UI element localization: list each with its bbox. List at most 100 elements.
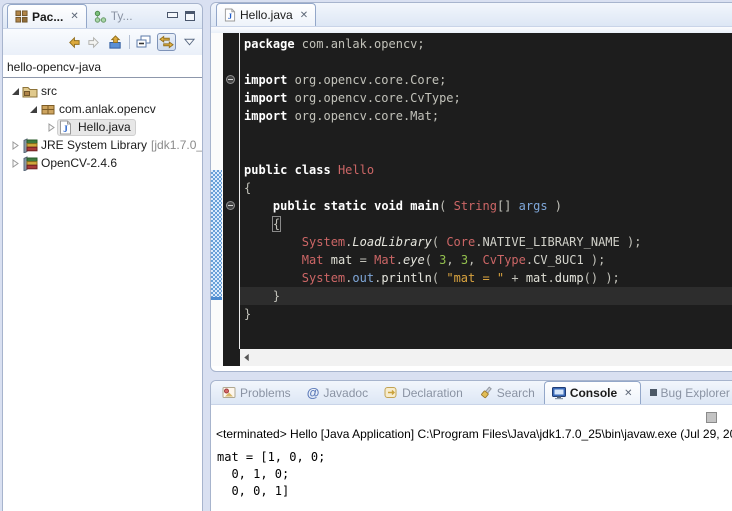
tab-search[interactable]: Search — [472, 381, 542, 404]
code-line[interactable]: import org.opencv.core.Mat; — [244, 107, 732, 125]
minimize-icon[interactable] — [167, 11, 177, 21]
code-token: 3 — [461, 253, 468, 267]
expanded-arrow-icon[interactable] — [27, 105, 39, 114]
code-line[interactable]: { — [244, 215, 732, 233]
forward-arrow-icon[interactable] — [87, 35, 102, 50]
code-token — [287, 163, 294, 177]
tree-item-opencv-library[interactable]: OpenCV-2.4.6 — [3, 154, 202, 172]
code-token: Core — [446, 235, 475, 249]
close-icon[interactable]: ✕ — [624, 388, 632, 399]
tab-declaration[interactable]: Declaration — [377, 381, 470, 404]
code-token: ) — [548, 199, 562, 213]
code-line[interactable] — [244, 53, 732, 71]
code-token: ); — [620, 235, 642, 249]
code-line[interactable] — [244, 143, 732, 161]
project-root-label[interactable]: hello-opencv-java — [3, 55, 202, 77]
close-icon[interactable]: ✕ — [300, 10, 308, 21]
code-line[interactable]: import org.opencv.core.Core; — [244, 71, 732, 89]
code-line[interactable]: } — [240, 287, 732, 305]
code-line[interactable]: public class Hello — [244, 161, 732, 179]
tab-bug-explorer[interactable]: Bug Explorer — [643, 381, 732, 404]
code-token: mat — [526, 271, 548, 285]
back-arrow-icon[interactable] — [66, 35, 81, 50]
code-token: ( — [425, 253, 439, 267]
code-token: NATIVE_LIBRARY_NAME — [482, 235, 619, 249]
code-token: ( — [439, 199, 453, 213]
javadoc-icon: @ — [307, 385, 320, 400]
fold-gutter[interactable] — [223, 33, 239, 349]
code-area[interactable]: package com.anlak.opencv; import org.open… — [239, 33, 732, 349]
scroll-left-arrow-icon[interactable] — [243, 353, 250, 362]
view-square-icon — [650, 389, 657, 396]
code-token: println — [381, 271, 432, 285]
code-line[interactable]: } — [244, 305, 732, 323]
tab-package-explorer[interactable]: Pac... ✕ — [7, 4, 87, 28]
console-body: <terminated> Hello [Java Application] C:… — [211, 405, 732, 511]
code-token: [] — [497, 199, 519, 213]
fold-collapse-icon[interactable] — [226, 75, 235, 84]
code-token: package — [244, 37, 295, 51]
console-toolbar-button[interactable] — [706, 412, 717, 423]
collapsed-arrow-icon[interactable] — [9, 141, 21, 150]
code-token: { — [244, 181, 251, 195]
horizontal-scrollbar[interactable] — [240, 349, 732, 366]
console-output[interactable]: mat = [1, 0, 0; 0, 1, 0; 0, 0, 1] — [217, 449, 325, 500]
tree-item-package[interactable]: com.anlak.opencv — [3, 100, 202, 118]
package-icon — [40, 102, 56, 117]
tree-item-label: Hello.java — [78, 120, 131, 134]
code-line[interactable] — [244, 125, 732, 143]
library-icon — [22, 156, 38, 171]
tree-item-hello-java[interactable]: J Hello.java — [3, 118, 202, 136]
java-file-icon: J — [59, 120, 75, 135]
tab-javadoc[interactable]: @ Javadoc — [300, 381, 375, 404]
tab-hello-java[interactable]: J Hello.java ✕ — [216, 3, 316, 26]
toolbar-separator — [129, 35, 130, 49]
console-panel: Problems @ Javadoc Declaration — [210, 380, 732, 511]
code-line[interactable]: Mat mat = Mat.eye( 3, 3, CvType.CV_8UC1 … — [244, 251, 732, 269]
collapsed-arrow-icon[interactable] — [45, 123, 57, 132]
tree-item-src[interactable]: src — [3, 82, 202, 100]
code-line[interactable]: import org.opencv.core.CvType; — [244, 89, 732, 107]
code-token — [244, 271, 302, 285]
view-window-buttons — [167, 4, 202, 28]
collapse-all-icon[interactable] — [136, 35, 151, 50]
go-up-icon[interactable] — [108, 35, 123, 50]
code-token: static — [324, 199, 367, 213]
code-token: ( — [432, 235, 446, 249]
code-line[interactable]: System.LoadLibrary( Core.NATIVE_LIBRARY_… — [244, 233, 732, 251]
expanded-arrow-icon[interactable] — [9, 87, 21, 96]
tree-item-jre-library[interactable]: JRE System Library [jdk1.7.0_25] — [3, 136, 202, 154]
tab-console-label: Console — [570, 386, 617, 400]
tab-console[interactable]: Console ✕ — [544, 381, 641, 404]
tab-problems[interactable]: Problems — [215, 381, 298, 404]
code-token — [323, 253, 330, 267]
code-token: . — [396, 253, 403, 267]
link-with-editor-toggle[interactable] — [157, 33, 176, 51]
code-line[interactable]: System.out.println( "mat = " + mat.dump(… — [244, 269, 732, 287]
code-token: Mat — [302, 253, 324, 267]
code-token: CvType — [483, 253, 526, 267]
collapsed-arrow-icon[interactable] — [9, 159, 21, 168]
tab-type-hierarchy[interactable]: Ty... — [87, 4, 140, 28]
problems-icon — [222, 386, 236, 399]
view-menu-icon[interactable] — [182, 38, 195, 46]
annotation-ruler[interactable] — [211, 33, 223, 349]
tab-type-hierarchy-label: Ty... — [111, 9, 133, 23]
close-icon[interactable]: ✕ — [70, 11, 78, 22]
gutter-footer — [223, 349, 240, 366]
maximize-icon[interactable] — [185, 11, 195, 21]
tree-item-label: JRE System Library — [41, 138, 147, 152]
tree-item-label: OpenCV-2.4.6 — [41, 156, 117, 170]
project-tree: src com.anlak.opencv — [3, 78, 202, 172]
code-token: Mat — [374, 253, 396, 267]
editor-scroll-row — [211, 349, 732, 366]
code-token: import — [244, 73, 287, 87]
code-token: LoadLibrary — [352, 235, 431, 249]
fold-collapse-icon[interactable] — [226, 201, 235, 210]
code-line[interactable]: package com.anlak.opencv; — [244, 35, 732, 53]
code-line[interactable]: public static void main( String[] args ) — [244, 197, 732, 215]
code-line[interactable]: { — [244, 179, 732, 197]
console-output-line: 0, 1, 0; — [217, 466, 325, 483]
selected-tree-item[interactable]: J Hello.java — [57, 119, 136, 136]
code-token: + — [504, 271, 526, 285]
